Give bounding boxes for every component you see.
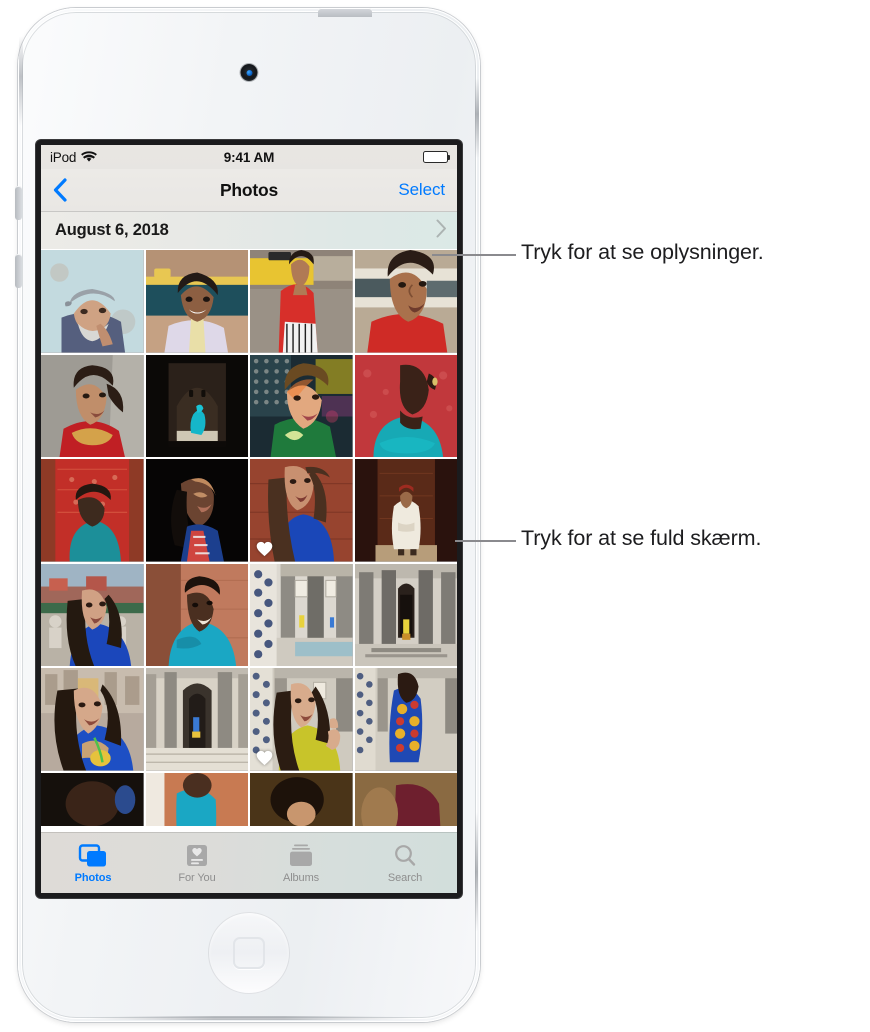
select-button[interactable]: Select <box>398 180 445 200</box>
photo-thumbnail[interactable] <box>250 459 353 562</box>
photo-thumbnail[interactable] <box>250 668 353 771</box>
device-edge-highlight-bottom <box>78 1016 420 1020</box>
tab-label: Search <box>387 871 423 884</box>
home-button[interactable] <box>208 912 290 994</box>
photo-thumbnail[interactable] <box>145 668 248 771</box>
navigation-bar: Photos Select <box>41 169 457 212</box>
tab-for-you[interactable]: For You <box>145 833 249 893</box>
battery-full-icon <box>423 151 450 163</box>
favorite-heart-icon <box>256 750 273 765</box>
chevron-right-icon[interactable] <box>436 219 447 243</box>
photo-thumbnail[interactable] <box>354 563 457 666</box>
photo-thumbnail[interactable] <box>41 563 144 666</box>
home-square-icon <box>233 937 265 969</box>
albums-icon <box>286 843 316 869</box>
screen-bezel: iPod 9:41 AM Photos Select August 6, 201… <box>36 140 462 898</box>
photo-thumbnail[interactable] <box>250 563 353 666</box>
tab-label: Photos <box>74 871 112 884</box>
device-edge-highlight-bottom-right <box>475 812 478 932</box>
photo-thumbnail[interactable] <box>250 250 353 353</box>
volume-up-button[interactable] <box>15 186 22 220</box>
tab-albums[interactable]: Albums <box>249 833 353 893</box>
photo-thumbnail[interactable] <box>41 250 144 353</box>
status-bar: iPod 9:41 AM <box>41 145 457 169</box>
tab-label: Albums <box>282 871 320 884</box>
photos-stack-icon <box>78 843 108 869</box>
ipod-touch-device: iPod 9:41 AM Photos Select August 6, 201… <box>15 8 480 1022</box>
tab-label: For You <box>178 871 216 884</box>
photo-thumbnail[interactable] <box>250 354 353 457</box>
photo-thumbnail[interactable] <box>145 563 248 666</box>
tab-photos[interactable]: Photos <box>41 833 145 893</box>
device-screen: iPod 9:41 AM Photos Select August 6, 201… <box>41 145 457 893</box>
favorite-heart-icon <box>256 541 273 556</box>
callout-leader-line-fullscreen <box>455 540 516 542</box>
callout-leader-line-details <box>432 254 516 256</box>
photo-thumbnail[interactable] <box>354 668 457 771</box>
for-you-heart-card-icon <box>182 843 212 869</box>
tab-search[interactable]: Search <box>353 833 457 893</box>
photo-thumbnail[interactable] <box>145 354 248 457</box>
callout-text-fullscreen: Tryk for at se fuld skærm. <box>521 526 762 550</box>
photo-thumbnail[interactable] <box>354 354 457 457</box>
page-title: Photos <box>219 179 279 200</box>
photo-thumbnail[interactable] <box>250 772 353 826</box>
photo-thumbnail[interactable] <box>354 250 457 353</box>
device-edge-highlight-top-left <box>19 36 23 126</box>
status-time-label: 9:41 AM <box>223 149 275 165</box>
photo-thumbnail[interactable] <box>354 459 457 562</box>
photo-thumbnail[interactable] <box>41 354 144 457</box>
photo-thumbnail[interactable] <box>41 772 144 826</box>
power-button[interactable] <box>318 8 372 17</box>
tab-bar: Photos For You Albums Search <box>41 832 457 893</box>
photo-thumbnail[interactable] <box>41 668 144 771</box>
status-bar-right <box>423 151 450 163</box>
photo-thumbnail[interactable] <box>145 459 248 562</box>
date-header-row[interactable]: August 6, 2018 <box>41 212 457 249</box>
date-label: August 6, 2018 <box>55 221 169 239</box>
callout-text-details: Tryk for at se oplysninger. <box>521 240 764 264</box>
photo-thumbnail[interactable] <box>354 772 457 826</box>
photo-thumbnail[interactable] <box>145 772 248 826</box>
front-camera-icon <box>240 64 258 81</box>
photo-grid <box>41 249 457 826</box>
photo-grid-viewport[interactable] <box>41 249 457 826</box>
device-edge-highlight-top-right <box>475 78 479 158</box>
photo-thumbnail[interactable] <box>41 459 144 562</box>
volume-down-button[interactable] <box>15 254 22 288</box>
search-magnifier-icon <box>390 843 420 869</box>
photo-thumbnail[interactable] <box>145 250 248 353</box>
